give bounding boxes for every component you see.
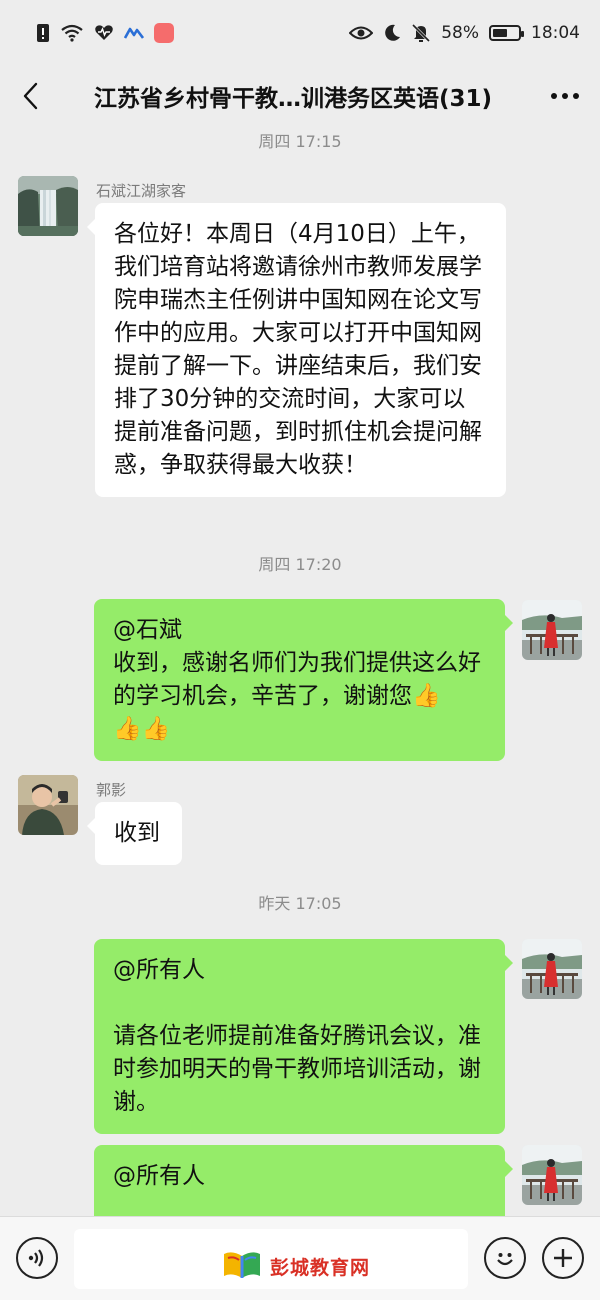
battery-percent: 58% <box>441 23 479 43</box>
status-bar-left <box>36 23 174 43</box>
eye-icon <box>349 25 374 41</box>
sender-name: 郭影 <box>96 781 127 799</box>
more-icon <box>551 93 579 99</box>
plus-button[interactable] <box>542 1237 584 1279</box>
message-bubble[interactable]: 各位好！本周日（4月10日）上午，我们培育站将邀请徐州市教师发展学院申瑞杰主任例… <box>87 203 506 497</box>
plus-icon <box>554 1249 572 1267</box>
chat-header: 江苏省乡村骨干教…训港务区英语(31) <box>0 66 600 126</box>
red-app-icon <box>154 23 174 43</box>
alert-icon <box>36 23 50 43</box>
timestamp: 昨天 17:05 <box>258 894 342 913</box>
mute-icon <box>411 23 431 43</box>
message-bubble[interactable]: @所有人 <box>94 1145 513 1216</box>
message-bubble[interactable]: @石斌 收到，感谢名师们为我们提供这么好的学习机会，辛苦了，谢谢您👍 👍👍 <box>94 599 513 761</box>
emoji-icon <box>497 1253 513 1266</box>
emoji-button[interactable] <box>484 1237 526 1279</box>
wifi-icon <box>60 24 84 42</box>
timestamp: 周四 17:15 <box>258 132 342 151</box>
avatar[interactable] <box>18 775 78 835</box>
voice-icon <box>28 1249 44 1267</box>
avatar[interactable] <box>522 600 582 660</box>
input-bar <box>0 1216 600 1300</box>
message-list[interactable]: 周四 17:15 石斌江湖家客 各位好！本周日（4月10日）上午，我们培育站将邀… <box>0 126 600 1216</box>
avatar[interactable] <box>18 176 78 236</box>
voice-button[interactable] <box>16 1237 58 1279</box>
timestamp: 周四 17:20 <box>258 555 342 574</box>
moon-icon <box>383 24 401 42</box>
back-arrow-icon <box>23 82 38 110</box>
app-icon <box>124 26 144 40</box>
heart-icon <box>94 24 114 42</box>
sender-name: 石斌江湖家客 <box>96 182 187 200</box>
status-bar: 58% 18:04 <box>0 0 600 66</box>
more-button[interactable] <box>530 66 600 126</box>
message-bubble[interactable]: 收到 <box>87 802 182 865</box>
avatar[interactable] <box>522 1145 582 1205</box>
message-input[interactable] <box>74 1229 468 1289</box>
battery-fill <box>493 29 507 37</box>
status-bar-right: 58% 18:04 <box>349 23 580 43</box>
clock: 18:04 <box>531 23 580 43</box>
back-button[interactable] <box>0 66 60 126</box>
chat-title: 江苏省乡村骨干教…训港务区英语(31) <box>93 86 493 112</box>
battery-icon <box>489 25 524 41</box>
avatar[interactable] <box>522 939 582 999</box>
message-bubble[interactable]: @所有人 请各位老师提前准备好腾讯会议，准时参加明天的骨干教师培训活动，谢谢。 <box>94 939 513 1134</box>
